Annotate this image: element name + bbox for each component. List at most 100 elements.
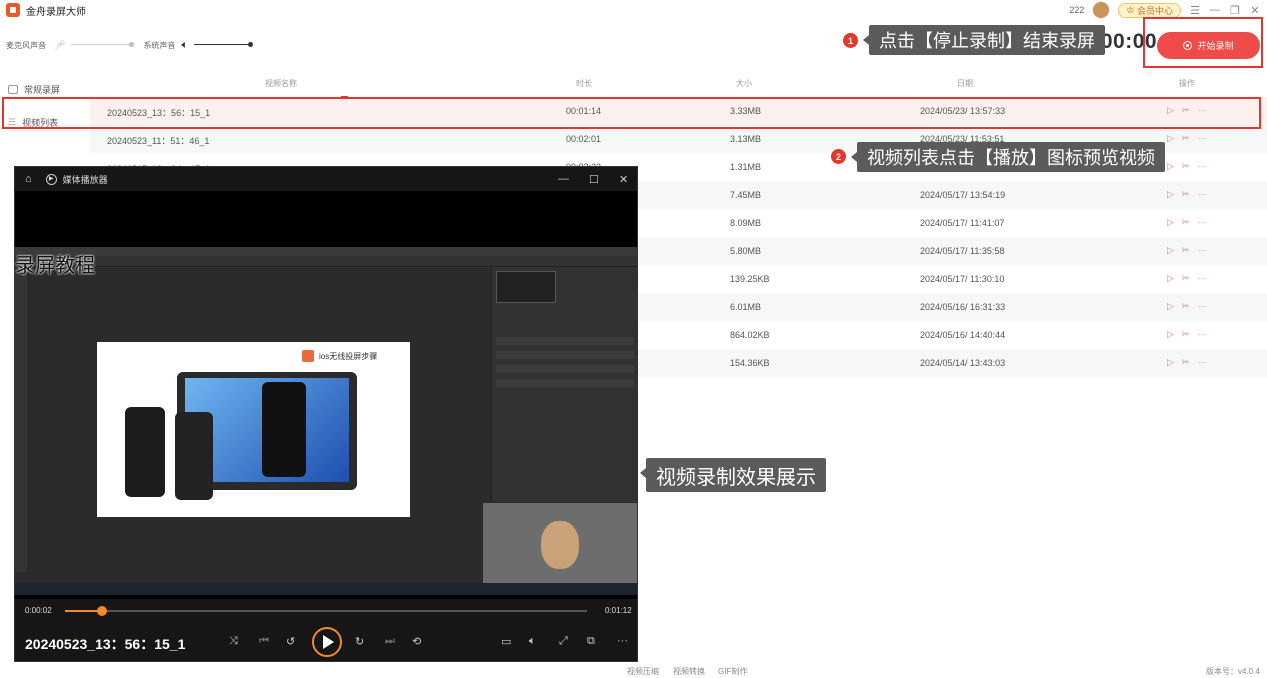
phone-image-1 xyxy=(125,407,165,497)
windows-taskbar xyxy=(15,583,637,595)
video-size: 1.31MB xyxy=(730,162,762,172)
more-icon[interactable]: ··· xyxy=(1197,217,1206,228)
play-icon[interactable]: ▷ xyxy=(1167,245,1174,256)
play-icon[interactable]: ▷ xyxy=(1167,217,1174,228)
column-header-actions: 操作 xyxy=(1179,79,1195,88)
play-icon[interactable]: ▷ xyxy=(1167,161,1174,172)
menu-icon[interactable]: ☰ xyxy=(1189,4,1201,17)
play-icon[interactable]: ▷ xyxy=(1167,329,1174,340)
video-size: 6.01MB xyxy=(730,302,762,312)
ios-icon xyxy=(302,350,314,362)
video-date: 2024/05/17/ 11:35:58 xyxy=(920,246,1005,256)
scissors-icon[interactable]: ✂ xyxy=(1182,161,1190,172)
webcam-overlay xyxy=(483,503,637,583)
miniplayer-icon[interactable]: ⧉ xyxy=(587,635,595,648)
more-icon[interactable]: ··· xyxy=(1197,133,1206,144)
video-date: 2024/05/17/ 11:41:07 xyxy=(920,218,1005,228)
previous-icon[interactable]: ⏮ xyxy=(259,635,269,648)
ps-canvas: ios无线投屏步骤 xyxy=(97,342,410,517)
repeat-icon[interactable]: ⟲ xyxy=(412,635,421,648)
next-icon[interactable]: ⏭ xyxy=(385,635,395,648)
rewind-icon[interactable]: ↺ xyxy=(286,635,295,648)
recorded-photoshop-screen: ios无线投屏步骤 xyxy=(15,247,637,595)
scissors-icon[interactable]: ✂ xyxy=(1182,301,1190,312)
scissors-icon[interactable]: ✂ xyxy=(1182,133,1190,144)
status-item-compress[interactable]: 视频压缩 xyxy=(627,666,659,677)
phone-image-3 xyxy=(262,382,306,477)
seek-bar[interactable] xyxy=(65,606,587,616)
video-date: 2024/05/16/ 16:31:33 xyxy=(920,302,1006,312)
subtitle-icon[interactable]: ▭ xyxy=(501,635,511,648)
app-logo-icon xyxy=(6,3,20,17)
status-bar: 视频压缩 视频转换 GIF制作 版本号：v4.0.4 xyxy=(0,662,1267,678)
row-actions: ▷ ✂ ··· xyxy=(1167,189,1206,200)
close-icon[interactable]: ✕ xyxy=(1249,4,1261,17)
play-icon[interactable]: ▷ xyxy=(1167,301,1174,312)
more-icon[interactable]: ··· xyxy=(1197,245,1206,256)
forward-icon[interactable]: ↻ xyxy=(355,635,364,648)
seek-area: 0:00:02 0:01:12 xyxy=(15,599,637,623)
monitor-icon xyxy=(8,84,18,94)
crown-icon: ♔ xyxy=(1126,4,1135,15)
annotation-badge-1: 1 xyxy=(843,33,858,48)
status-item-convert[interactable]: 视频转换 xyxy=(673,666,705,677)
scissors-icon[interactable]: ✂ xyxy=(1182,273,1190,284)
more-options-icon[interactable]: ··· xyxy=(617,635,628,647)
minimize-icon[interactable]: — xyxy=(1209,4,1221,16)
more-icon[interactable]: ··· xyxy=(1197,273,1206,284)
video-date: 2024/05/14/ 13:43:03 xyxy=(920,358,1006,368)
title-bar: 金舟录屏大师 222 ♔ 会员中心 ☰ — ❐ ✕ xyxy=(0,0,1267,20)
mic-volume-slider[interactable] xyxy=(71,39,135,51)
player-controls: 20240523_13：56：15_1 ⤨ ⏮ ↺ ↻ ⏭ ⟲ ▭ 🔈︎ ⤢ ⧉… xyxy=(15,623,637,661)
scissors-icon[interactable]: ✂ xyxy=(1182,189,1190,200)
status-item-gif[interactable]: GIF制作 xyxy=(718,666,747,677)
mic-label: 麦克风声音 xyxy=(6,40,46,50)
column-header-size: 大小 xyxy=(736,79,752,88)
system-volume-slider[interactable] xyxy=(194,39,254,51)
video-date: 2024/05/16/ 14:40:44 xyxy=(920,330,1006,340)
column-header-duration: 时长 xyxy=(576,79,592,88)
player-close-icon[interactable]: ✕ xyxy=(619,173,628,186)
fullscreen-icon[interactable]: ⤢ xyxy=(559,635,568,648)
player-title-bar: ⌂ ▶ 媒体播放器 xyxy=(15,167,637,191)
home-icon[interactable]: ⌂ xyxy=(25,173,32,185)
play-icon[interactable]: ▷ xyxy=(1167,133,1174,144)
shuffle-icon[interactable]: ⤨ xyxy=(229,635,238,648)
more-icon[interactable]: ··· xyxy=(1197,161,1206,172)
media-player-window: ⌂ ▶ 媒体播放器 — ☐ ✕ ios无线投屏步骤 录屏教程 0:00:02 0… xyxy=(14,166,638,662)
video-size: 7.45MB xyxy=(730,190,762,200)
scissors-icon[interactable]: ✂ xyxy=(1182,329,1190,340)
column-header-name: 视频名称 xyxy=(265,79,297,88)
row-actions: ▷ ✂ ··· xyxy=(1167,217,1206,228)
video-size: 8.09MB xyxy=(730,218,762,228)
scissors-icon[interactable]: ✂ xyxy=(1182,217,1190,228)
avatar[interactable] xyxy=(1092,1,1111,19)
annotation-callout-3: 视频录制效果展示 xyxy=(640,458,826,492)
video-size: 3.13MB xyxy=(730,134,762,144)
play-button[interactable] xyxy=(312,627,342,657)
app-title: 金舟录屏大师 xyxy=(26,6,86,18)
restore-icon[interactable]: ❐ xyxy=(1229,4,1241,17)
scissors-icon[interactable]: ✂ xyxy=(1182,245,1190,256)
scissors-icon[interactable]: ✂ xyxy=(1182,357,1190,368)
user-name: 222 xyxy=(1069,5,1085,15)
video-frame[interactable]: ios无线投屏步骤 录屏教程 xyxy=(15,191,637,599)
canvas-title: ios无线投屏步骤 xyxy=(319,352,378,361)
row-actions: ▷ ✂ ··· xyxy=(1167,273,1206,284)
volume-icon[interactable]: 🔈︎ xyxy=(529,635,536,648)
vip-center-button[interactable]: ♔ 会员中心 xyxy=(1118,2,1181,18)
more-icon[interactable]: ··· xyxy=(1197,357,1206,368)
play-icon[interactable]: ▷ xyxy=(1167,273,1174,284)
more-icon[interactable]: ··· xyxy=(1197,189,1206,200)
player-minimize-icon[interactable]: — xyxy=(558,173,569,185)
play-icon[interactable]: ▷ xyxy=(1167,357,1174,368)
more-icon[interactable]: ··· xyxy=(1197,301,1206,312)
phone-image-2 xyxy=(175,412,213,500)
video-date: 2024/05/17/ 11:30:10 xyxy=(920,274,1005,284)
column-header-date: 日期 xyxy=(957,79,973,88)
table-header: 视频名称 时长 大小 日期 操作 xyxy=(90,70,1267,96)
elapsed-time: 0:00:02 xyxy=(25,606,52,615)
more-icon[interactable]: ··· xyxy=(1197,329,1206,340)
player-maximize-icon[interactable]: ☐ xyxy=(589,173,599,186)
play-icon[interactable]: ▷ xyxy=(1167,189,1174,200)
